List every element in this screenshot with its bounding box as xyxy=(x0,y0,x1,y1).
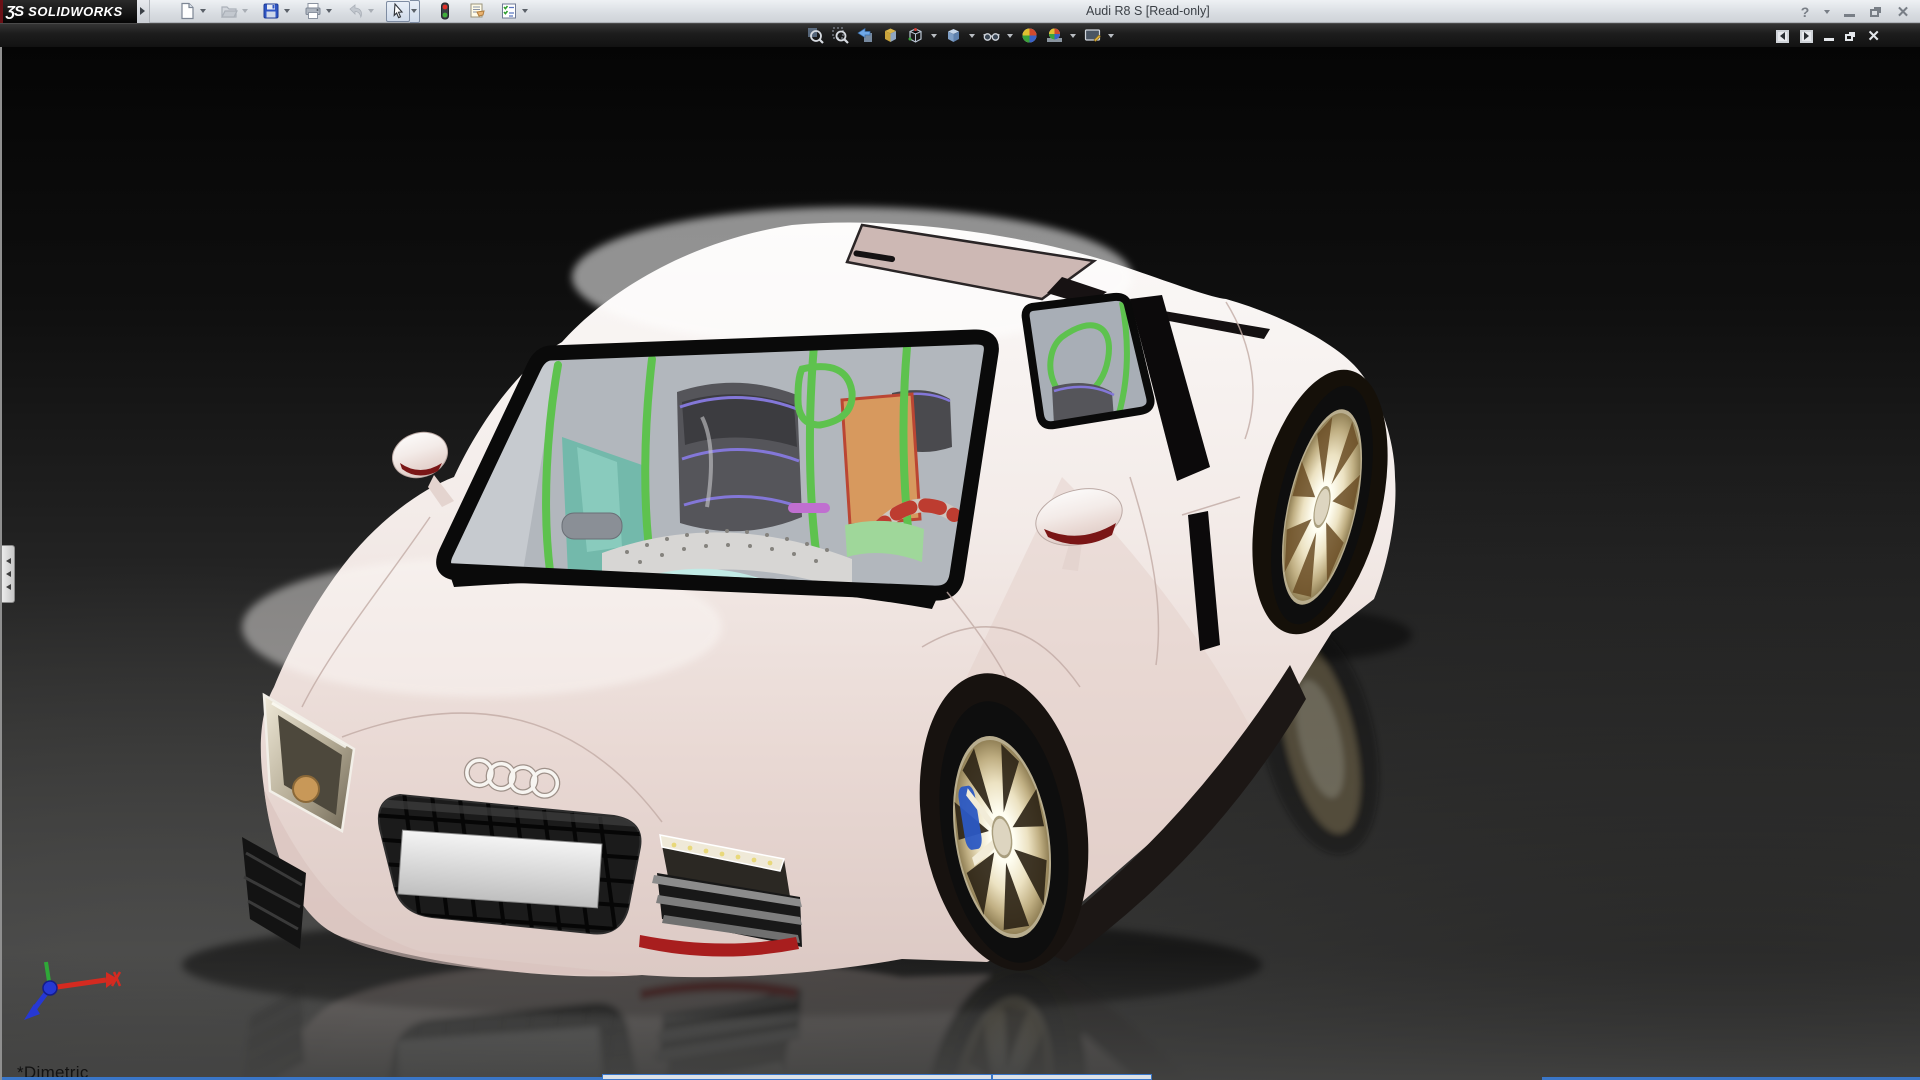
undo-icon xyxy=(346,2,364,20)
section-view-button[interactable] xyxy=(880,26,901,46)
collapse-arrow-icon xyxy=(6,571,11,577)
solidworks-logo-text: SOLIDWORKS xyxy=(28,4,123,19)
logo-red-sliver xyxy=(0,0,3,23)
collapse-arrow-icon xyxy=(6,558,11,564)
apply-scene-icon xyxy=(1046,27,1063,44)
pane-left-icon xyxy=(1780,32,1785,40)
app-window-controls: ? ✕ xyxy=(1796,0,1912,23)
new-document-icon xyxy=(178,2,196,20)
titlebar: ƷS SOLIDWORKS xyxy=(0,0,1920,23)
app-minimize-button[interactable] xyxy=(1840,3,1858,21)
apply-scene-dropdown[interactable] xyxy=(1069,26,1078,46)
section-view-icon xyxy=(882,27,899,44)
document-window-controls: ✕ xyxy=(1776,24,1880,48)
apply-scene-button[interactable] xyxy=(1044,26,1065,46)
file-properties-button[interactable] xyxy=(466,1,488,22)
select-tool-dropdown[interactable] xyxy=(410,0,420,23)
new-document-dropdown[interactable] xyxy=(198,1,208,22)
bottom-edge-panel-2 xyxy=(992,1074,1152,1080)
undo-button[interactable] xyxy=(344,1,366,22)
options-button[interactable] xyxy=(498,1,520,22)
zoom-to-fit-icon xyxy=(807,27,824,44)
undo-dropdown[interactable] xyxy=(366,1,376,22)
previous-view-button[interactable] xyxy=(855,26,876,46)
document-title: Audi R8 S [Read-only] xyxy=(1086,4,1210,18)
model-scene xyxy=(2,47,1920,1080)
graphics-viewport[interactable]: *Dimetric xyxy=(0,47,1920,1080)
zoom-to-fit-button[interactable] xyxy=(805,26,826,46)
view-orientation-dropdown[interactable] xyxy=(930,26,939,46)
view-settings-button[interactable] xyxy=(1082,26,1103,46)
save-button[interactable] xyxy=(260,1,282,22)
print-dropdown[interactable] xyxy=(324,1,334,22)
zoom-to-area-icon xyxy=(832,27,849,44)
file-properties-icon xyxy=(468,2,486,20)
help-button[interactable]: ? xyxy=(1796,3,1814,21)
help-dropdown[interactable] xyxy=(1823,3,1831,21)
new-document-button[interactable] xyxy=(176,1,198,22)
print-icon xyxy=(304,2,322,20)
doc-minimize-button[interactable] xyxy=(1824,31,1834,41)
flyout-arrow-icon xyxy=(140,7,145,15)
zoom-to-area-button[interactable] xyxy=(830,26,851,46)
bottom-edge-panel-1 xyxy=(602,1074,992,1080)
doc-close-button[interactable]: ✕ xyxy=(1867,27,1880,45)
app-restore-button[interactable] xyxy=(1867,3,1885,21)
main-toolbar xyxy=(176,0,537,23)
previous-view-icon xyxy=(857,27,874,44)
options-checklist-icon xyxy=(500,2,518,20)
doc-restore-button[interactable] xyxy=(1845,31,1856,41)
open-button[interactable] xyxy=(218,1,240,22)
view-settings-dropdown[interactable] xyxy=(1107,26,1116,46)
collapse-arrow-icon xyxy=(6,584,11,590)
save-dropdown[interactable] xyxy=(282,1,292,22)
glasses-icon xyxy=(983,27,1000,44)
select-cursor-icon xyxy=(389,2,407,20)
view-orientation-icon xyxy=(907,27,924,44)
view-orientation-button[interactable] xyxy=(905,26,926,46)
orientation-triad[interactable] xyxy=(20,960,130,1030)
display-style-dropdown[interactable] xyxy=(968,26,977,46)
solidworks-logo-glyph: ƷS xyxy=(6,3,23,20)
view-settings-icon xyxy=(1084,27,1101,44)
hide-show-items-button[interactable] xyxy=(981,26,1002,46)
edit-appearance-ball-icon xyxy=(1021,27,1038,44)
options-dropdown[interactable] xyxy=(520,1,530,22)
edit-appearance-button[interactable] xyxy=(1019,26,1040,46)
solidworks-logo: ƷS SOLIDWORKS xyxy=(0,0,137,23)
heads-up-view-toolbar: ✕ xyxy=(0,23,1920,47)
feature-tree-flyout-tab[interactable] xyxy=(2,545,15,603)
stoplight-icon xyxy=(436,2,454,20)
save-floppy-icon xyxy=(262,2,280,20)
display-style-button[interactable] xyxy=(943,26,964,46)
menu-flyout-button[interactable] xyxy=(137,0,150,23)
pane-right-button[interactable] xyxy=(1800,30,1813,43)
pane-left-button[interactable] xyxy=(1776,30,1789,43)
open-folder-icon xyxy=(220,2,238,20)
app-close-button[interactable]: ✕ xyxy=(1894,3,1912,21)
rebuild-stoplight-button[interactable] xyxy=(434,1,456,22)
pane-right-icon xyxy=(1804,32,1809,40)
open-dropdown[interactable] xyxy=(240,1,250,22)
display-style-icon xyxy=(945,27,962,44)
select-tool-button[interactable] xyxy=(386,1,410,22)
hide-show-items-dropdown[interactable] xyxy=(1006,26,1015,46)
print-button[interactable] xyxy=(302,1,324,22)
